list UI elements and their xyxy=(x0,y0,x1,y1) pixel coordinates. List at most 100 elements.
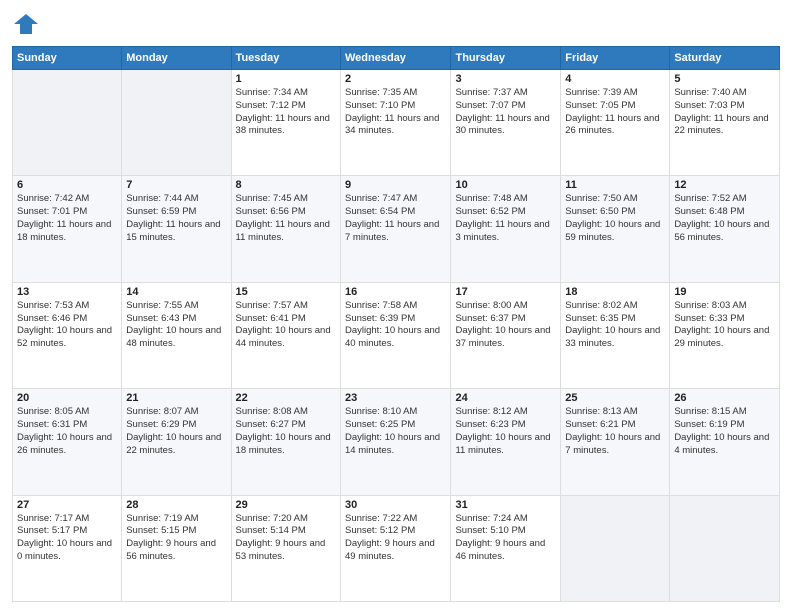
calendar-week-5: 27Sunrise: 7:17 AMSunset: 5:17 PMDayligh… xyxy=(13,495,780,601)
calendar-cell: 7Sunrise: 7:44 AMSunset: 6:59 PMDaylight… xyxy=(122,176,231,282)
calendar-cell: 14 Sunrise: 7:55 AMSunset: 6:43 PMDayligh… xyxy=(122,282,231,388)
day-number: 21 xyxy=(126,392,226,404)
day-number: 13 xyxy=(17,286,117,298)
day-number: 23 xyxy=(345,392,446,404)
day-info: Sunrise: 7:42 AMSunset: 7:01 PMDaylight:… xyxy=(17,193,117,244)
calendar-cell: 26Sunrise: 8:15 AMSunset: 6:19 PMDayligh… xyxy=(670,389,780,495)
calendar-cell: 11Sunrise: 7:50 AMSunset: 6:50 PMDayligh… xyxy=(561,176,670,282)
calendar-cell: 25 Sunrise: 8:13 AMSunset: 6:21 PMDayligh… xyxy=(561,389,670,495)
calendar-cell: 15 Sunrise: 7:57 AMSunset: 6:41 PMDayligh… xyxy=(231,282,340,388)
day-info: Sunrise: 8:02 AMSunset: 6:35 PMDaylight:… xyxy=(565,300,665,351)
calendar-cell: 10 Sunrise: 7:48 AMSunset: 6:52 PMDayligh… xyxy=(451,176,561,282)
day-number: 22 xyxy=(236,392,336,404)
day-number: 18 xyxy=(565,286,665,298)
day-number: 6 xyxy=(17,179,117,191)
day-info: Sunrise: 7:34 AMSunset: 7:12 PMDaylight:… xyxy=(236,87,336,138)
day-number: 8 xyxy=(236,179,336,191)
day-info: Sunrise: 7:53 AMSunset: 6:46 PMDaylight:… xyxy=(17,300,117,351)
calendar-cell: 22Sunrise: 8:08 AMSunset: 6:27 PMDayligh… xyxy=(231,389,340,495)
day-info: Sunrise: 8:00 AMSunset: 6:37 PMDaylight:… xyxy=(455,300,556,351)
day-info: Sunrise: 7:57 AMSunset: 6:41 PMDaylight:… xyxy=(236,300,336,351)
day-number: 25 xyxy=(565,392,665,404)
calendar-cell: 4 Sunrise: 7:39 AMSunset: 7:05 PMDaylight… xyxy=(561,70,670,176)
weekday-header-tuesday: Tuesday xyxy=(231,47,340,70)
calendar-header-row: SundayMondayTuesdayWednesdayThursdayFrid… xyxy=(13,47,780,70)
day-info: Sunrise: 8:13 AMSunset: 6:21 PMDaylight:… xyxy=(565,406,665,457)
day-info: Sunrise: 8:10 AMSunset: 6:25 PMDaylight:… xyxy=(345,406,446,457)
weekday-header-thursday: Thursday xyxy=(451,47,561,70)
day-number: 17 xyxy=(455,286,556,298)
calendar-cell: 28 Sunrise: 7:19 AMSunset: 5:15 PMDayligh… xyxy=(122,495,231,601)
weekday-header-saturday: Saturday xyxy=(670,47,780,70)
day-info: Sunrise: 7:58 AMSunset: 6:39 PMDaylight:… xyxy=(345,300,446,351)
day-number: 19 xyxy=(674,286,775,298)
day-info: Sunrise: 7:40 AMSunset: 7:03 PMDaylight:… xyxy=(674,87,775,138)
day-info: Sunrise: 8:12 AMSunset: 6:23 PMDaylight:… xyxy=(455,406,556,457)
calendar-cell: 13 Sunrise: 7:53 AMSunset: 6:46 PMDayligh… xyxy=(13,282,122,388)
logo-icon xyxy=(12,10,40,38)
calendar-cell: 31Sunrise: 7:24 AMSunset: 5:10 PMDayligh… xyxy=(451,495,561,601)
day-info: Sunrise: 7:24 AMSunset: 5:10 PMDaylight:… xyxy=(455,513,556,564)
day-info: Sunrise: 7:20 AMSunset: 5:14 PMDaylight:… xyxy=(236,513,336,564)
calendar-cell xyxy=(561,495,670,601)
day-info: Sunrise: 7:44 AMSunset: 6:59 PMDaylight:… xyxy=(126,193,226,244)
day-info: Sunrise: 7:35 AMSunset: 7:10 PMDaylight:… xyxy=(345,87,446,138)
day-number: 26 xyxy=(674,392,775,404)
day-number: 1 xyxy=(236,73,336,85)
weekday-header-friday: Friday xyxy=(561,47,670,70)
day-number: 2 xyxy=(345,73,446,85)
calendar-cell: 24 Sunrise: 8:12 AMSunset: 6:23 PMDayligh… xyxy=(451,389,561,495)
calendar-week-4: 20Sunrise: 8:05 AMSunset: 6:31 PMDayligh… xyxy=(13,389,780,495)
calendar-cell: 17 Sunrise: 8:00 AMSunset: 6:37 PMDayligh… xyxy=(451,282,561,388)
day-number: 3 xyxy=(455,73,556,85)
calendar-cell: 29 Sunrise: 7:20 AMSunset: 5:14 PMDayligh… xyxy=(231,495,340,601)
header xyxy=(12,10,780,38)
day-info: Sunrise: 7:39 AMSunset: 7:05 PMDaylight:… xyxy=(565,87,665,138)
calendar-cell: 9Sunrise: 7:47 AMSunset: 6:54 PMDaylight… xyxy=(341,176,451,282)
day-info: Sunrise: 7:52 AMSunset: 6:48 PMDaylight:… xyxy=(674,193,775,244)
day-info: Sunrise: 7:48 AMSunset: 6:52 PMDaylight:… xyxy=(455,193,556,244)
day-info: Sunrise: 8:03 AMSunset: 6:33 PMDaylight:… xyxy=(674,300,775,351)
logo xyxy=(12,10,44,38)
day-number: 14 xyxy=(126,286,226,298)
day-number: 16 xyxy=(345,286,446,298)
calendar-cell: 30 Sunrise: 7:22 AMSunset: 5:12 PMDayligh… xyxy=(341,495,451,601)
day-info: Sunrise: 7:22 AMSunset: 5:12 PMDaylight:… xyxy=(345,513,446,564)
calendar-cell: 23 Sunrise: 8:10 AMSunset: 6:25 PMDayligh… xyxy=(341,389,451,495)
day-info: Sunrise: 7:45 AMSunset: 6:56 PMDaylight:… xyxy=(236,193,336,244)
day-number: 29 xyxy=(236,499,336,511)
calendar-cell: 27Sunrise: 7:17 AMSunset: 5:17 PMDayligh… xyxy=(13,495,122,601)
calendar-cell: 16 Sunrise: 7:58 AMSunset: 6:39 PMDayligh… xyxy=(341,282,451,388)
day-number: 4 xyxy=(565,73,665,85)
day-info: Sunrise: 8:05 AMSunset: 6:31 PMDaylight:… xyxy=(17,406,117,457)
calendar-cell: 6 Sunrise: 7:42 AMSunset: 7:01 PMDaylight… xyxy=(13,176,122,282)
day-number: 30 xyxy=(345,499,446,511)
calendar-cell xyxy=(13,70,122,176)
calendar-week-2: 6 Sunrise: 7:42 AMSunset: 7:01 PMDaylight… xyxy=(13,176,780,282)
calendar-table: SundayMondayTuesdayWednesdayThursdayFrid… xyxy=(12,46,780,602)
calendar-cell: 2 Sunrise: 7:35 AMSunset: 7:10 PMDaylight… xyxy=(341,70,451,176)
calendar-cell: 5Sunrise: 7:40 AMSunset: 7:03 PMDaylight… xyxy=(670,70,780,176)
calendar-cell: 12 Sunrise: 7:52 AMSunset: 6:48 PMDayligh… xyxy=(670,176,780,282)
day-number: 24 xyxy=(455,392,556,404)
calendar-cell: 21 Sunrise: 8:07 AMSunset: 6:29 PMDayligh… xyxy=(122,389,231,495)
day-info: Sunrise: 7:50 AMSunset: 6:50 PMDaylight:… xyxy=(565,193,665,244)
day-info: Sunrise: 8:07 AMSunset: 6:29 PMDaylight:… xyxy=(126,406,226,457)
calendar-week-3: 13 Sunrise: 7:53 AMSunset: 6:46 PMDayligh… xyxy=(13,282,780,388)
day-info: Sunrise: 7:37 AMSunset: 7:07 PMDaylight:… xyxy=(455,87,556,138)
day-number: 15 xyxy=(236,286,336,298)
day-info: Sunrise: 7:19 AMSunset: 5:15 PMDaylight:… xyxy=(126,513,226,564)
day-info: Sunrise: 7:47 AMSunset: 6:54 PMDaylight:… xyxy=(345,193,446,244)
calendar-cell: 8 Sunrise: 7:45 AMSunset: 6:56 PMDaylight… xyxy=(231,176,340,282)
weekday-header-monday: Monday xyxy=(122,47,231,70)
day-info: Sunrise: 7:55 AMSunset: 6:43 PMDaylight:… xyxy=(126,300,226,351)
day-number: 10 xyxy=(455,179,556,191)
weekday-header-sunday: Sunday xyxy=(13,47,122,70)
day-number: 28 xyxy=(126,499,226,511)
calendar-week-1: 1 Sunrise: 7:34 AMSunset: 7:12 PMDaylight… xyxy=(13,70,780,176)
calendar-cell: 19 Sunrise: 8:03 AMSunset: 6:33 PMDayligh… xyxy=(670,282,780,388)
day-number: 12 xyxy=(674,179,775,191)
calendar-cell: 20Sunrise: 8:05 AMSunset: 6:31 PMDayligh… xyxy=(13,389,122,495)
calendar-cell xyxy=(122,70,231,176)
calendar-cell xyxy=(670,495,780,601)
